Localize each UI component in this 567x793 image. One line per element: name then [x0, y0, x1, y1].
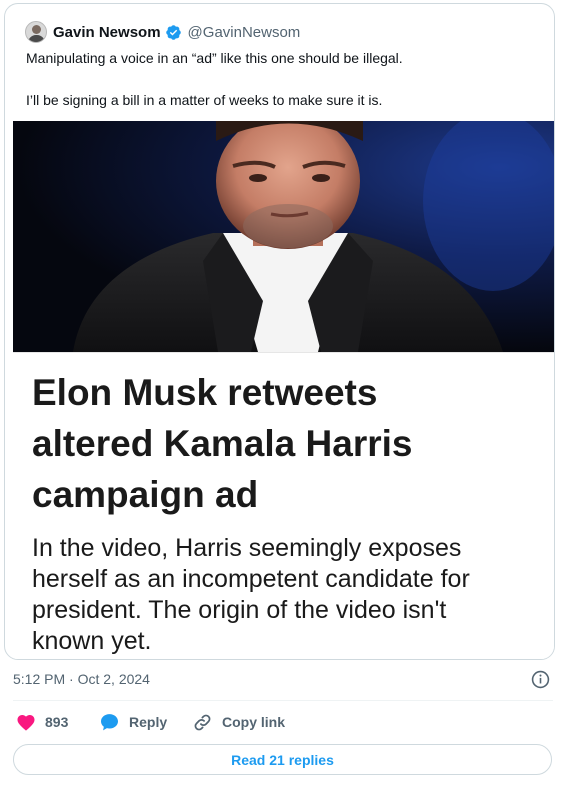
copy-link-button[interactable]: Copy link — [193, 712, 285, 732]
tweet-text-line-1: Manipulating a voice in an “ad” like thi… — [26, 50, 403, 66]
tweet-timestamp[interactable]: 5:12 PM · Oct 2, 2024 — [13, 671, 150, 687]
reply-label: Reply — [129, 714, 168, 730]
avatar[interactable] — [25, 21, 47, 43]
author-name[interactable]: Gavin Newsom — [53, 24, 161, 41]
author-handle[interactable]: @GavinNewsom — [188, 24, 301, 41]
copy-link-label: Copy link — [222, 714, 286, 730]
like-count: 893 — [45, 714, 69, 730]
article-card[interactable]: Elon Musk retweets altered Kamala Harris… — [13, 352, 554, 659]
reply-button[interactable]: Reply — [99, 712, 167, 732]
tweet-text-line-2: I’ll be signing a bill in a matter of we… — [26, 92, 383, 108]
article-dek: In the video, Harris seemingly exposes h… — [32, 534, 470, 655]
media-photo[interactable] — [13, 121, 554, 352]
read-replies-label: Read 21 replies — [231, 751, 334, 768]
tweet-header: Gavin Newsom @GavinNewsom — [25, 21, 300, 43]
like-button[interactable]: 893 — [16, 712, 68, 732]
read-replies-button[interactable]: Read 21 replies — [13, 744, 552, 775]
link-icon — [194, 714, 211, 730]
divider — [13, 700, 553, 701]
info-icon[interactable] — [531, 670, 550, 689]
tweet-card[interactable]: Gavin Newsom @GavinNewsom Manipulating a… — [4, 3, 555, 660]
verified-badge-icon — [165, 24, 181, 40]
heart-icon — [17, 714, 35, 731]
portrait-photo — [73, 121, 554, 352]
reply-bubble-icon — [101, 714, 118, 731]
article-headline: Elon Musk retweets altered Kamala Harris… — [32, 372, 413, 515]
